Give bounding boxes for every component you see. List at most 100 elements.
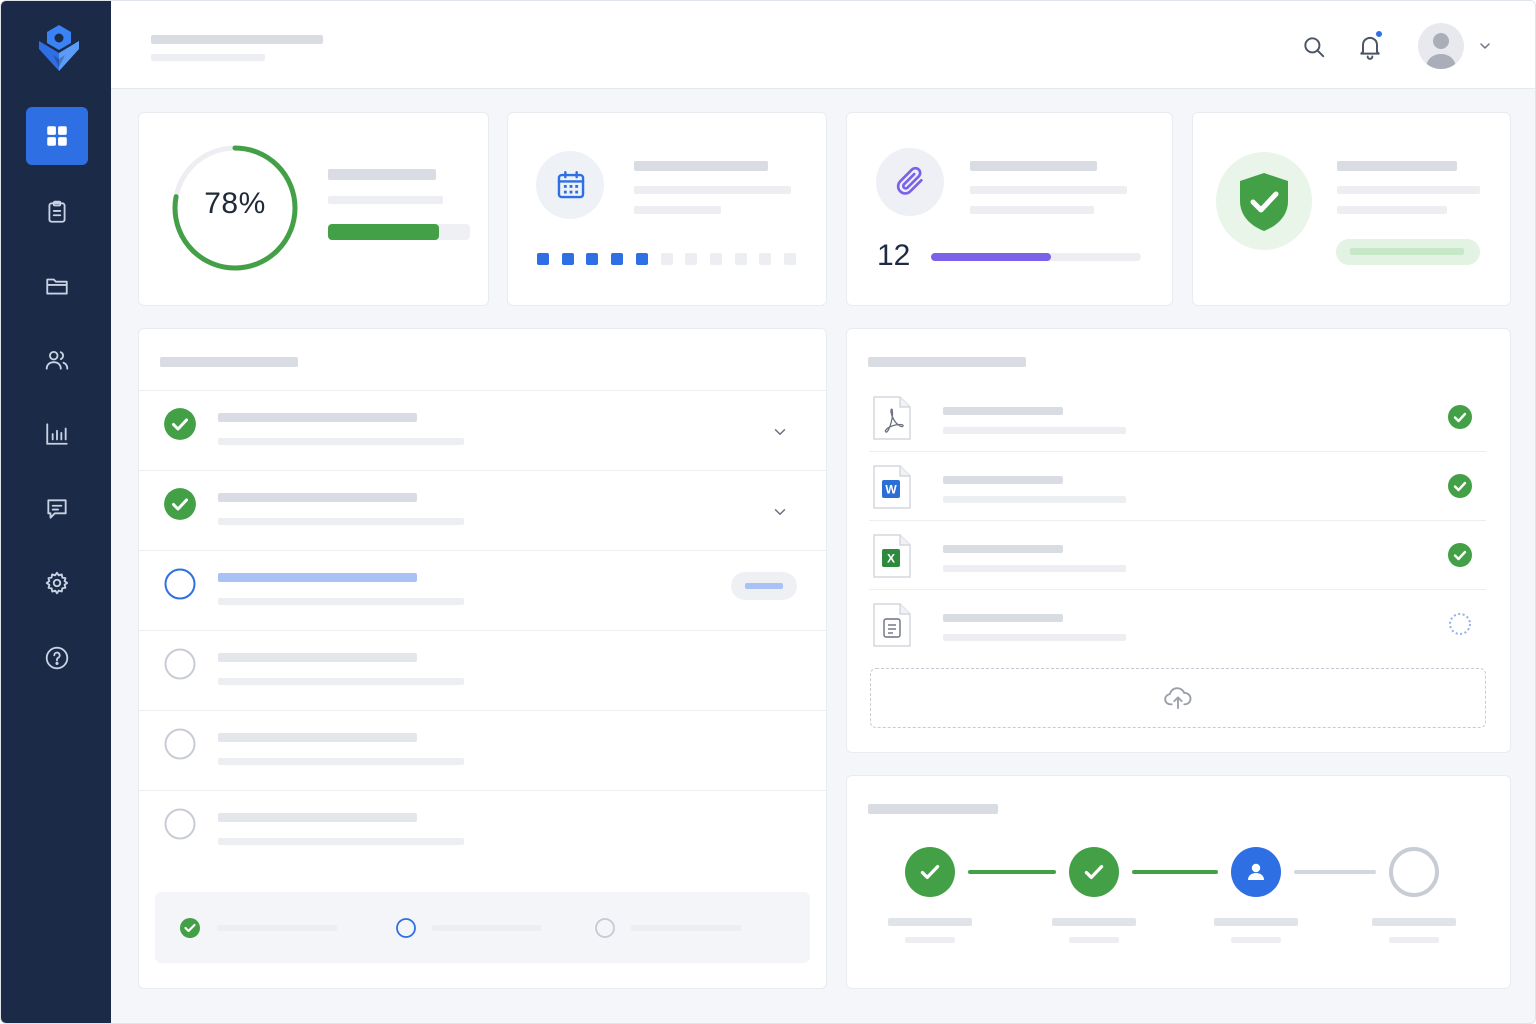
calendar-icon	[557, 171, 585, 199]
message-icon	[47, 499, 67, 519]
security-icon-badge	[1216, 152, 1312, 250]
step-connector	[968, 870, 1056, 874]
file-meta-placeholder	[943, 427, 1126, 434]
nav-messages[interactable]	[26, 480, 88, 538]
search-button[interactable]	[1299, 32, 1329, 62]
calendar-day-square	[709, 253, 722, 265]
help-icon	[45, 646, 69, 670]
file-row[interactable]	[869, 384, 1486, 452]
gear-icon	[45, 571, 69, 595]
paperclip-icon	[896, 166, 923, 195]
check-circle-icon	[1448, 474, 1472, 498]
step-sublabel-placeholder	[1069, 937, 1119, 943]
task-row[interactable]	[139, 790, 827, 870]
file-row[interactable]: X	[869, 522, 1486, 590]
task-subtitle-placeholder	[218, 838, 464, 845]
nav-files[interactable]	[26, 257, 88, 315]
task-title-placeholder	[218, 813, 417, 822]
clipboard-icon	[48, 200, 66, 223]
pending-circle-icon	[164, 728, 196, 760]
user-avatar-icon	[1426, 33, 1456, 69]
legend-active-label-placeholder	[432, 925, 542, 931]
attachments-bar-fill	[931, 253, 1051, 261]
step-pending[interactable]	[1389, 847, 1439, 897]
step-current[interactable]	[1231, 847, 1281, 897]
calendar-day-square	[635, 253, 648, 265]
check-circle-icon	[164, 408, 196, 440]
step-done[interactable]	[905, 847, 955, 897]
task-row[interactable]	[139, 710, 827, 790]
chevron-down-icon	[1480, 43, 1490, 49]
step-label-placeholder	[888, 918, 972, 926]
calendar-day-square	[660, 253, 673, 265]
page-title-placeholder	[151, 35, 323, 44]
task-title-placeholder	[218, 733, 417, 742]
task-subtitle-placeholder	[218, 518, 464, 525]
files-title-placeholder	[868, 357, 1026, 367]
check-icon	[1084, 864, 1104, 880]
bar-chart-icon	[46, 423, 68, 445]
pdf-file-icon	[873, 396, 911, 440]
stepper-title-placeholder	[868, 804, 998, 814]
file-row[interactable]: W	[869, 453, 1486, 521]
legend-done-icon	[180, 918, 200, 938]
calendar-day-square	[586, 253, 599, 265]
svg-text:X: X	[887, 552, 895, 566]
calendar-detail-placeholder	[634, 206, 721, 214]
calendar-day-square	[759, 253, 772, 265]
step-sublabel-placeholder	[1231, 937, 1281, 943]
chevron-down-icon[interactable]	[771, 503, 789, 521]
task-row[interactable]	[139, 630, 827, 710]
security-title-placeholder	[1337, 161, 1457, 171]
task-legend	[155, 892, 810, 963]
progress-title-placeholder	[328, 169, 436, 180]
task-title-placeholder	[218, 573, 417, 582]
nav-settings[interactable]	[26, 554, 88, 612]
pending-circle-icon	[164, 808, 196, 840]
step-connector	[1132, 870, 1218, 874]
file-name-placeholder	[943, 476, 1063, 484]
avatar[interactable]	[1418, 23, 1464, 69]
grid-icon	[47, 126, 67, 146]
task-subtitle-placeholder	[218, 598, 464, 605]
step-label-placeholder	[1214, 918, 1298, 926]
account-menu-button[interactable]	[1475, 37, 1495, 55]
file-row[interactable]	[869, 591, 1486, 659]
task-row[interactable]	[139, 470, 827, 550]
task-title-placeholder	[218, 493, 417, 502]
nav-tasks[interactable]	[26, 183, 88, 241]
task-subtitle-placeholder	[218, 678, 464, 685]
top-bar	[111, 1, 1535, 89]
legend-pending-label-placeholder	[631, 925, 741, 931]
nav-users[interactable]	[26, 331, 88, 389]
task-title-placeholder	[218, 413, 417, 422]
task-row[interactable]	[139, 390, 827, 470]
legend-pending-icon	[595, 918, 615, 938]
calendar-day-square	[734, 253, 747, 265]
cloud-upload-icon	[1164, 687, 1192, 709]
calendar-day-square	[537, 253, 549, 265]
legend-active-icon	[396, 918, 416, 938]
file-name-placeholder	[943, 614, 1063, 622]
calendar-day-square	[611, 253, 624, 265]
nav-dashboard[interactable]	[26, 107, 88, 165]
task-title-placeholder	[218, 653, 417, 662]
attachments-detail-placeholder	[970, 206, 1094, 214]
notifications-button[interactable]	[1354, 29, 1386, 62]
sidebar	[1, 1, 111, 1023]
calendar-icon-badge	[536, 151, 604, 219]
attachments-icon-badge	[876, 148, 944, 216]
security-status-placeholder	[1350, 248, 1464, 255]
security-subtitle-placeholder	[1337, 186, 1480, 194]
nav-help[interactable]	[26, 629, 88, 687]
progress-subtitle-placeholder	[328, 196, 443, 204]
task-subtitle-placeholder	[218, 758, 464, 765]
nav-reports[interactable]	[26, 405, 88, 463]
step-done[interactable]	[1069, 847, 1119, 897]
attachments-title-placeholder	[970, 161, 1097, 171]
chevron-down-icon[interactable]	[771, 423, 789, 441]
word-file-icon: W	[873, 465, 911, 509]
user-icon	[1248, 863, 1264, 880]
upload-dropzone[interactable]	[870, 668, 1486, 728]
task-row[interactable]	[139, 550, 827, 630]
